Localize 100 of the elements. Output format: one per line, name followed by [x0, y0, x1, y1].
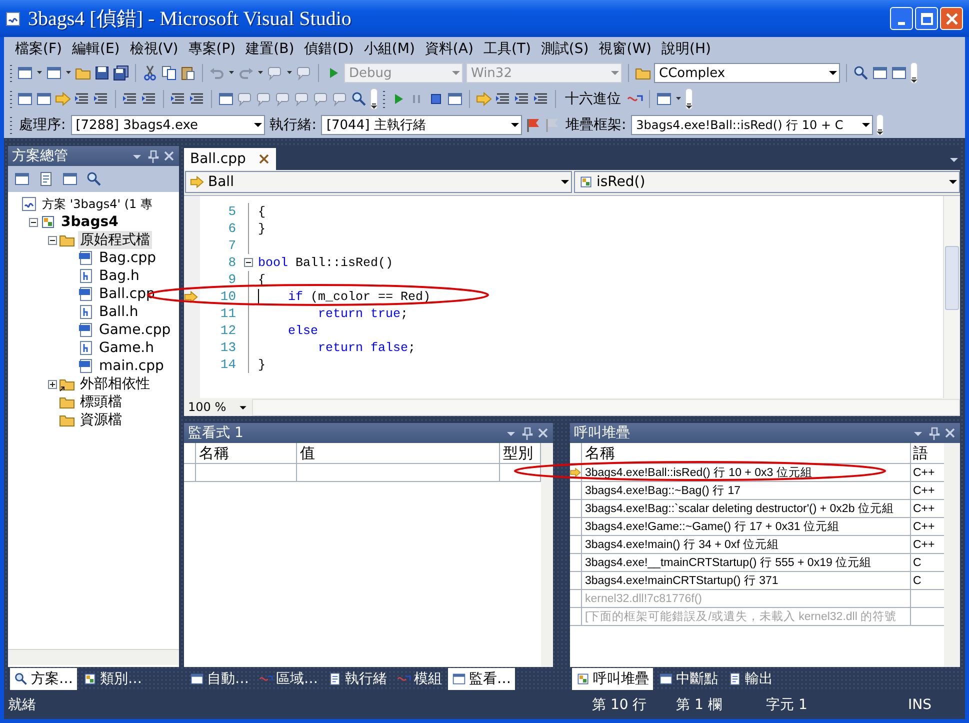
- tree-item[interactable]: 3bags4: [59, 214, 120, 230]
- pin-icon[interactable]: [147, 149, 159, 163]
- table-cell: kernel32.dll!7c81776f(): [582, 590, 911, 607]
- tree-item[interactable]: 方案 '3bags4' (1 專: [40, 196, 154, 212]
- tree-item[interactable]: 外部相依性: [78, 375, 152, 393]
- window-icon[interactable]: [447, 91, 463, 107]
- tree-item[interactable]: Bag.cpp: [97, 250, 158, 266]
- window-icon[interactable]: [872, 65, 888, 81]
- dropdown[interactable]: [7044] 主執行緒: [321, 115, 522, 135]
- menu-item[interactable]: 小組(M): [358, 40, 420, 58]
- tree-item[interactable]: 標頭檔: [78, 393, 124, 411]
- clipboard-icon[interactable]: [180, 65, 196, 81]
- document-tab[interactable]: Ball.cpp: [184, 148, 276, 170]
- panel-tab[interactable]: 類別…: [79, 668, 146, 690]
- search-icon[interactable]: [86, 171, 102, 187]
- maximize-button[interactable]: [915, 7, 938, 30]
- tree-item[interactable]: Bag.h: [97, 268, 142, 284]
- menu-item[interactable]: 檢視(V): [124, 40, 184, 58]
- tree-item[interactable]: Game.cpp: [97, 322, 173, 338]
- window-icon[interactable]: [62, 171, 78, 187]
- menu-item[interactable]: 測試(S): [536, 40, 594, 58]
- menu-item[interactable]: 偵錯(D): [299, 40, 359, 58]
- window-icon[interactable]: [46, 65, 62, 81]
- flag-icon[interactable]: [525, 117, 542, 133]
- save-icon[interactable]: [94, 65, 110, 81]
- panel-tab[interactable]: 呼叫堆疊: [572, 668, 653, 690]
- panel-tab[interactable]: 執行緒: [324, 668, 391, 690]
- window-icon[interactable]: [17, 65, 33, 81]
- search-icon[interactable]: [351, 91, 367, 107]
- close-button[interactable]: [940, 7, 963, 30]
- menu-item[interactable]: 資料(A): [420, 40, 478, 58]
- document-icon: [728, 672, 742, 686]
- panel-tab[interactable]: 區域…: [255, 668, 322, 690]
- close-icon[interactable]: [163, 149, 175, 163]
- close-icon[interactable]: [258, 153, 270, 165]
- column-header[interactable]: 名稱: [196, 443, 297, 463]
- pin-icon[interactable]: [928, 426, 940, 440]
- window-icon[interactable]: [656, 91, 672, 107]
- toolbar-overflow-icon[interactable]: [910, 62, 918, 84]
- window-icon[interactable]: [36, 91, 52, 107]
- status-text: INS: [908, 697, 932, 713]
- toolbar-overflow-icon[interactable]: [876, 114, 884, 136]
- tree-item[interactable]: main.cpp: [97, 358, 166, 374]
- panel-tab[interactable]: 輸出: [724, 668, 777, 690]
- zoom-dropdown[interactable]: 100 %: [188, 400, 248, 414]
- window-icon: [452, 672, 466, 686]
- window-icon[interactable]: [17, 91, 33, 107]
- status-text: 第 10 行: [592, 696, 648, 714]
- fold-icon[interactable]: [244, 258, 253, 267]
- menu-item[interactable]: 說明(H): [656, 40, 716, 58]
- panel-tab[interactable]: 監看…: [448, 668, 515, 690]
- tree-item[interactable]: 資源檔: [78, 411, 124, 429]
- panel-tab[interactable]: 方案…: [10, 668, 77, 690]
- panel-tab[interactable]: 模組: [393, 668, 446, 690]
- document-icon[interactable]: [38, 171, 54, 187]
- scrollbar[interactable]: [944, 443, 960, 667]
- dropdown[interactable]: isRed(): [574, 171, 960, 193]
- search-icon[interactable]: [853, 65, 869, 81]
- close-icon[interactable]: [944, 426, 956, 440]
- panel-tab[interactable]: 自動…: [186, 668, 253, 690]
- window-icon[interactable]: [14, 171, 30, 187]
- tree-item[interactable]: 原始程式檔: [78, 231, 152, 249]
- menu-item[interactable]: 專案(P): [183, 40, 241, 58]
- window-icon[interactable]: [218, 91, 234, 107]
- copy-icon[interactable]: [161, 65, 177, 81]
- scrollbar[interactable]: [541, 443, 553, 667]
- window-icon: [190, 672, 204, 686]
- table-cell: 3bags4.exe!main() 行 34 + 0xf 位元組: [582, 536, 911, 553]
- hex-button[interactable]: 十六進位: [562, 90, 624, 108]
- collapse-icon[interactable]: [29, 218, 38, 226]
- menu-item[interactable]: 建置(B): [240, 40, 300, 58]
- dropdown[interactable]: Ball: [185, 171, 572, 193]
- dropdown[interactable]: 3bags4.exe!Ball::isRed() 行 10 + C: [631, 115, 874, 135]
- window-icon[interactable]: [891, 65, 907, 81]
- dropdown[interactable]: CComplex: [654, 63, 840, 83]
- stop-icon[interactable]: [428, 91, 444, 107]
- column-header[interactable]: 名稱: [582, 443, 911, 463]
- tree-item[interactable]: Game.h: [97, 340, 156, 356]
- column-header[interactable]: 值: [297, 443, 500, 463]
- code-line: else: [287, 324, 318, 338]
- toolbar-overflow-icon[interactable]: [685, 88, 693, 110]
- expand-icon[interactable]: [48, 380, 57, 388]
- collapse-icon[interactable]: [48, 236, 57, 244]
- tree-item[interactable]: Ball.h: [97, 304, 140, 320]
- column-header[interactable]: 語: [911, 443, 939, 463]
- scrollbar[interactable]: [943, 196, 960, 398]
- menu-item[interactable]: 編輯(E): [66, 40, 125, 58]
- menu-item[interactable]: 視窗(W): [594, 40, 657, 58]
- pin-icon[interactable]: [521, 426, 533, 440]
- save-all-icon[interactable]: [113, 65, 129, 81]
- minimize-button[interactable]: [890, 7, 913, 30]
- menu-item[interactable]: 檔案(F): [10, 40, 67, 58]
- menu-item[interactable]: 工具(T): [478, 40, 536, 58]
- close-icon[interactable]: [537, 426, 549, 440]
- panel-tab[interactable]: 中斷點: [655, 668, 722, 690]
- scrollbar[interactable]: [252, 398, 960, 416]
- dropdown[interactable]: [7288] 3bags4.exe: [70, 115, 265, 135]
- scissors-icon[interactable]: [142, 65, 158, 81]
- scrollbar[interactable]: [8, 649, 179, 665]
- toolbar-overflow-icon[interactable]: [370, 88, 378, 110]
